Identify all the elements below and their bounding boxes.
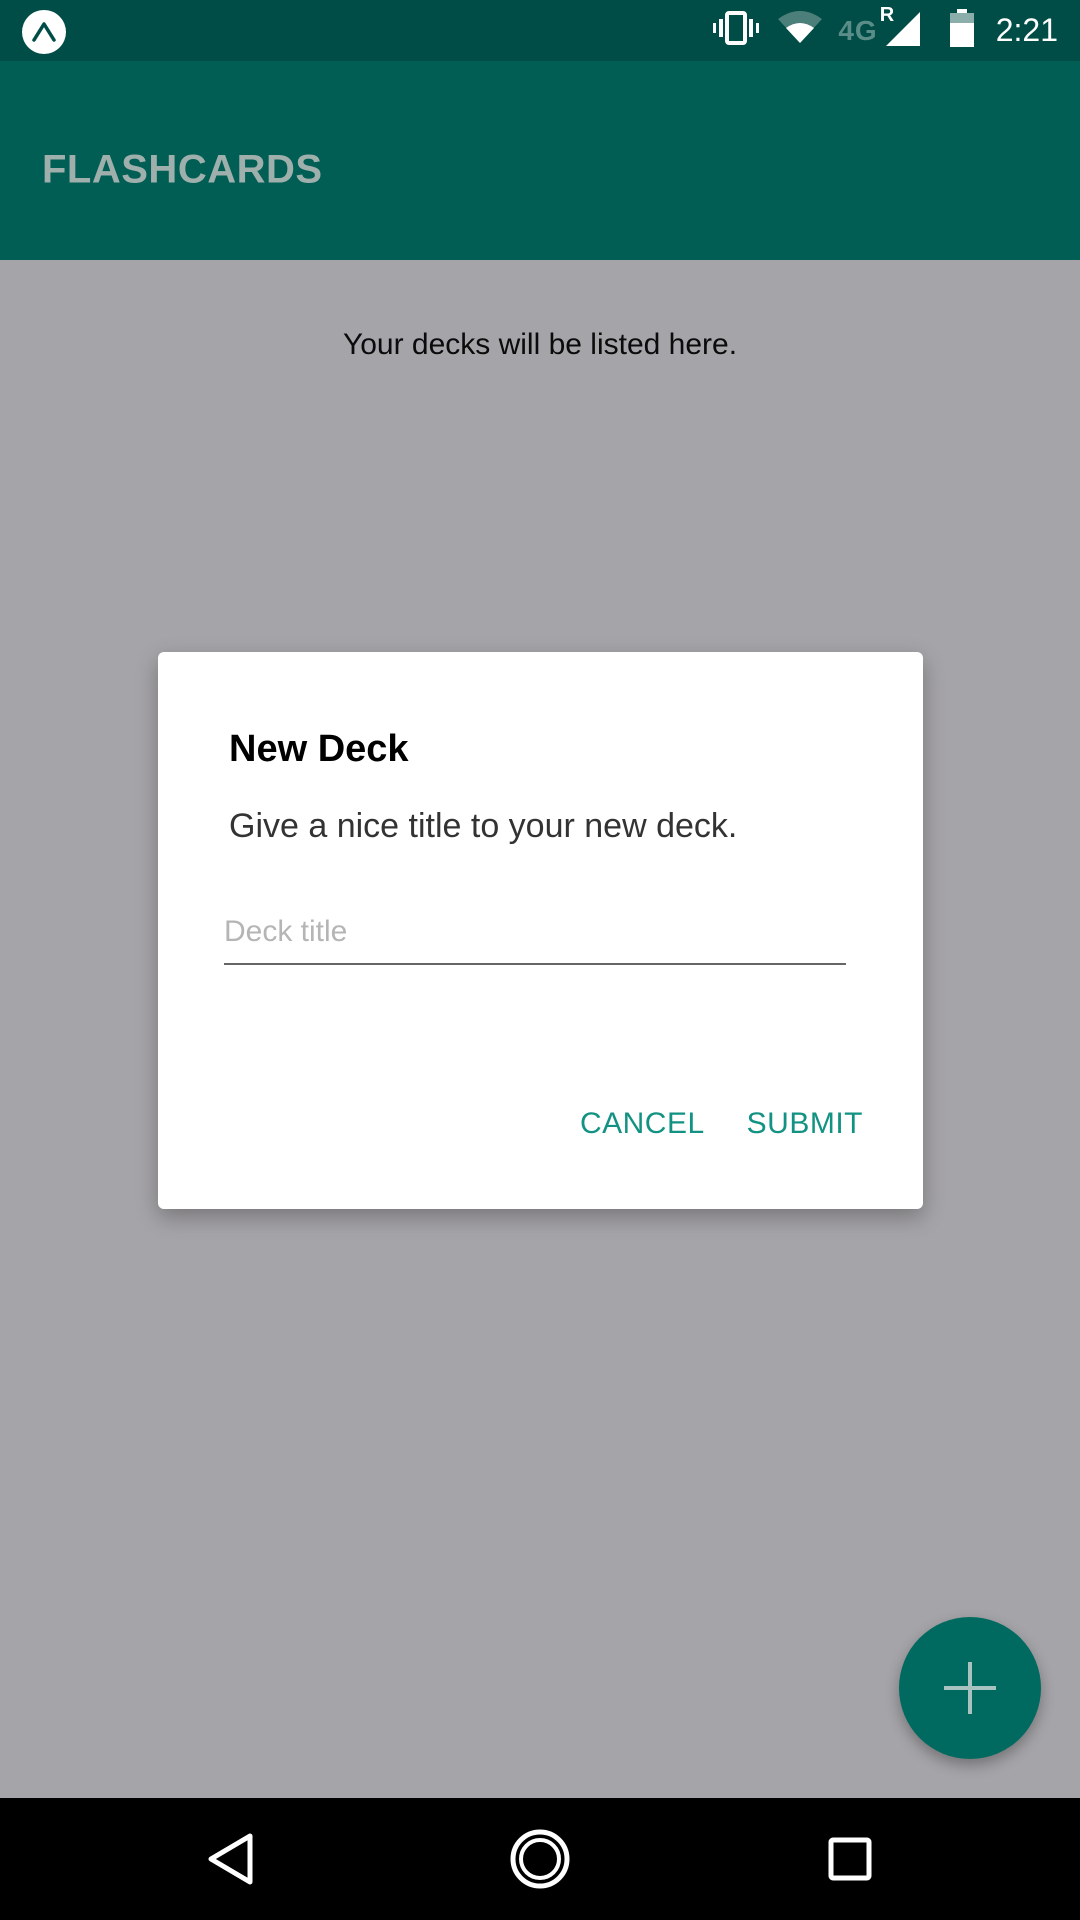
app-bar: FLASHCARDS — [0, 61, 1080, 260]
vibrate-icon — [712, 11, 760, 50]
deck-title-input[interactable] — [224, 907, 846, 965]
wifi-icon — [778, 11, 823, 50]
status-time: 2:21 — [995, 12, 1058, 48]
recents-icon — [828, 1837, 872, 1881]
back-button[interactable] — [150, 1798, 310, 1920]
roaming-label: R — [879, 4, 895, 26]
dialog-message: Give a nice title to your new deck. — [229, 807, 738, 845]
add-deck-button[interactable] — [899, 1617, 1041, 1759]
battery-icon — [949, 9, 974, 52]
cancel-button[interactable]: CANCEL — [580, 1107, 705, 1141]
navigation-bar — [0, 1798, 1080, 1920]
home-button[interactable] — [460, 1798, 620, 1920]
back-icon — [208, 1833, 253, 1885]
signal-icon: R — [880, 4, 922, 53]
dialog-title: New Deck — [229, 728, 409, 770]
home-icon — [510, 1829, 570, 1889]
expo-icon — [22, 10, 66, 54]
network-type-label: 4G — [838, 14, 878, 46]
status-bar: 4G R 2:21 — [0, 0, 1080, 61]
plus-icon — [944, 1662, 996, 1714]
new-deck-dialog: New Deck Give a nice title to your new d… — [158, 652, 923, 1209]
empty-list-text: Your decks will be listed here. — [342, 328, 738, 361]
submit-button[interactable]: SUBMIT — [747, 1107, 863, 1141]
recents-button[interactable] — [770, 1798, 930, 1920]
dialog-actions: CANCEL SUBMIT — [538, 1107, 863, 1141]
app-title: FLASHCARDS — [42, 147, 323, 192]
